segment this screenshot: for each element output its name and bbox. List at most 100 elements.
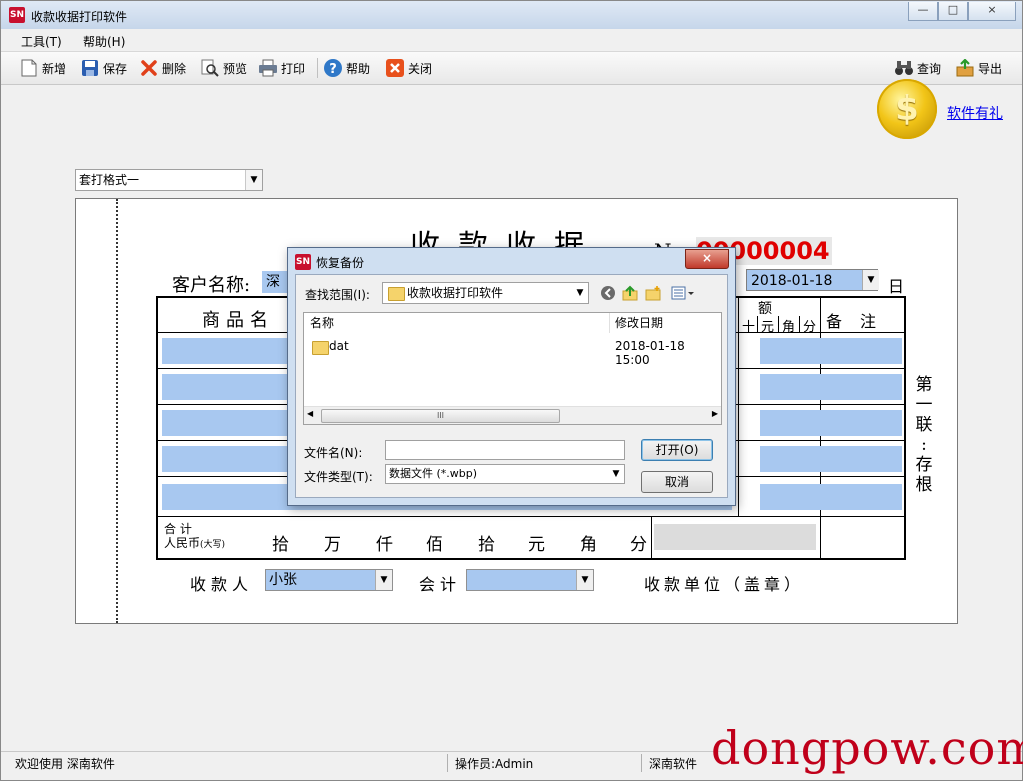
accountant-label: 会计 [419,575,462,594]
horizontal-scrollbar[interactable]: ◀ III ▶ [304,406,721,424]
open-button[interactable]: 打开(O) [641,439,713,461]
column-separator[interactable] [609,313,610,333]
toolbar-separator [317,58,318,78]
table-rule [778,316,779,332]
status-separator [641,754,642,772]
table-rule [651,516,652,560]
upper-unit: 佰 [426,535,443,555]
gift-coin-icon[interactable]: $ [877,79,937,139]
chevron-down-icon: ▼ [576,288,584,298]
item-notes-cell[interactable] [760,338,902,364]
item-notes-cell[interactable] [760,484,902,510]
file-row-name[interactable]: dat [329,339,349,353]
up-folder-icon[interactable] [622,285,638,301]
maximize-button[interactable]: □ [938,2,968,21]
file-list[interactable]: 名称 修改日期 dat 2018-01-18 15:00 ◀ III ▶ [303,312,722,425]
payee-value: 小张 [269,572,297,588]
query-button[interactable]: 查询 [894,57,941,79]
minimize-button[interactable]: — [908,2,938,21]
query-label: 查询 [917,61,942,76]
binoculars-icon [894,58,914,78]
item-notes-cell[interactable] [760,410,902,436]
copy-char: 根 [915,475,933,495]
magnifier-icon [200,58,220,78]
close-window-button[interactable]: × [968,2,1016,21]
item-notes-cell[interactable] [760,374,902,400]
accountant-select[interactable]: ▼ [466,569,594,591]
table-rule [738,298,739,516]
lookin-value: 收款收据打印软件 [407,286,504,300]
new-document-icon [19,58,39,78]
view-menu-icon[interactable] [670,285,696,301]
folder-icon [388,287,405,301]
window-title: 收款收据打印软件 [31,10,128,24]
print-format-value: 套打格式一 [79,173,140,187]
table-rule [158,516,904,517]
chevron-down-icon: ▼ [375,570,392,590]
status-separator [447,754,448,772]
scroll-right-icon[interactable]: ▶ [712,409,718,418]
payee-select[interactable]: 小张 ▼ [265,569,393,591]
upper-unit: 万 [324,535,341,555]
restore-backup-dialog: SN 恢复备份 × 查找范围(I): 收款收据打印软件 ▼ 名称 修改日期 da… [287,247,736,506]
new-button[interactable]: 新增 [19,57,66,79]
menu-help[interactable]: 帮助(H) [83,33,125,50]
item-notes-cell[interactable] [760,446,902,472]
help-question-icon: ? [323,58,343,78]
dialog-title-bar[interactable]: SN 恢复备份 × [288,248,735,274]
payee-unit-label: 收款单位（盖章） [644,575,805,594]
lookin-select[interactable]: 收款收据打印软件 ▼ [382,282,589,304]
dialog-title: 恢复备份 [316,256,365,270]
print-label: 打印 [281,61,306,76]
export-button[interactable]: 导出 [955,57,1002,79]
folder-icon [312,341,329,355]
title-bar[interactable]: SN 收款收据打印软件 — □ × [1,1,1022,29]
filetype-select[interactable]: 数据文件 (*.wbp) ▼ [385,464,625,484]
print-button[interactable]: 打印 [258,57,305,79]
new-folder-icon[interactable] [645,285,661,301]
copy-char: 存 [915,455,933,475]
copy-label: 第 一 联 : 存 根 [914,375,934,495]
cancel-button[interactable]: 取消 [641,471,713,493]
window-controls: — □ × [908,2,1016,21]
date-picker[interactable]: 2018-01-18 [746,269,878,291]
preview-button[interactable]: 预览 [200,57,247,79]
chevron-down-icon: ▼ [576,570,593,590]
col-header-modified[interactable]: 修改日期 [615,313,664,333]
chevron-down-icon: ▼ [612,469,620,479]
delete-x-icon [139,58,159,78]
watermark-text: dongpow.com [711,721,1023,775]
col-header-filename[interactable]: 名称 [310,313,335,333]
table-rule [757,316,758,332]
back-icon[interactable] [600,285,616,301]
help-button[interactable]: ? 帮助 [323,57,370,79]
delete-button[interactable]: 删除 [139,57,186,79]
table-rule [799,316,800,332]
help-label: 帮助 [346,61,371,76]
file-row-date: 2018-01-18 15:00 [615,339,685,367]
export-box-icon [955,58,975,78]
dialog-app-icon: SN [295,254,311,270]
software-gift-link[interactable]: 软件有礼 [947,103,1003,123]
delete-label: 删除 [162,61,187,76]
dialog-close-button[interactable]: × [685,249,729,269]
print-format-select[interactable]: 套打格式一 ▼ [75,169,263,191]
status-welcome: 欢迎使用 深南软件 [15,757,115,771]
close-label: 关闭 [408,61,433,76]
menu-tools[interactable]: 工具(T) [21,33,62,50]
date-dropdown-icon[interactable]: ▼ [862,270,879,290]
scroll-thumb[interactable]: III [321,409,560,423]
upper-unit: 分 [630,535,647,555]
status-company: 深南软件 [649,757,698,771]
app-window: SN 收款收据打印软件 — □ × 工具(T) 帮助(H) 新增 保存 删除 预… [0,0,1023,781]
svg-text:?: ? [329,62,337,77]
export-label: 导出 [978,61,1003,76]
day-label: 日 [888,277,905,296]
close-button[interactable]: 关闭 [385,57,432,79]
filename-input[interactable] [385,440,625,460]
save-button[interactable]: 保存 [80,57,127,79]
copy-char: : [921,435,927,455]
app-logo-icon: SN [9,7,25,23]
col-header-amount: 额 [758,301,772,317]
scroll-left-icon[interactable]: ◀ [307,409,313,418]
